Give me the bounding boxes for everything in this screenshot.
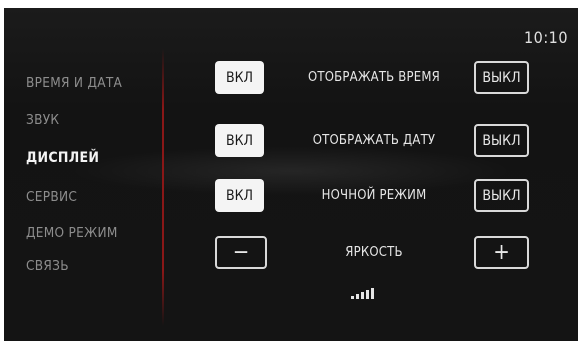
brightness-level-bar xyxy=(351,296,354,299)
clock: 10:10 xyxy=(524,28,568,47)
menu-item-sound[interactable]: ЗВУК xyxy=(26,112,59,128)
show-time-off-button[interactable]: ВЫКЛ xyxy=(474,61,529,94)
brightness-level-indicator xyxy=(351,288,374,299)
display-screen: 10:10 ВРЕМЯ И ДАТА ЗВУК ДИСПЛЕЙ СЕРВИС Д… xyxy=(4,8,578,341)
brightness-label: ЯРКОСТЬ xyxy=(345,245,403,260)
show-date-off-button[interactable]: ВЫКЛ xyxy=(474,124,529,157)
night-mode-label: НОЧНОЙ РЕЖИМ xyxy=(321,188,427,203)
menu-item-display[interactable]: ДИСПЛЕЙ xyxy=(26,150,99,166)
show-time-on-button[interactable]: ВКЛ xyxy=(215,61,264,94)
brightness-level-bar xyxy=(356,294,359,299)
night-mode-on-button[interactable]: ВКЛ xyxy=(215,179,264,212)
night-mode-off-button[interactable]: ВЫКЛ xyxy=(474,179,529,212)
brightness-level-bar xyxy=(366,290,369,299)
brightness-level-bar xyxy=(371,288,374,299)
brightness-increase-button[interactable]: + xyxy=(474,236,529,269)
menu-item-service[interactable]: СЕРВИС xyxy=(26,189,77,205)
brightness-decrease-button[interactable]: − xyxy=(215,236,267,269)
menu-item-demo-mode[interactable]: ДЕМО РЕЖИМ xyxy=(26,225,118,241)
show-date-on-button[interactable]: ВКЛ xyxy=(215,124,264,157)
show-time-label: ОТОБРАЖАТЬ ВРЕМЯ xyxy=(308,70,440,85)
menu-divider xyxy=(162,48,164,326)
show-date-label: ОТОБРАЖАТЬ ДАТУ xyxy=(312,133,436,148)
menu-item-time-date[interactable]: ВРЕМЯ И ДАТА xyxy=(26,75,122,91)
menu-item-connection[interactable]: СВЯЗЬ xyxy=(26,258,69,274)
brightness-level-bar xyxy=(361,292,364,299)
